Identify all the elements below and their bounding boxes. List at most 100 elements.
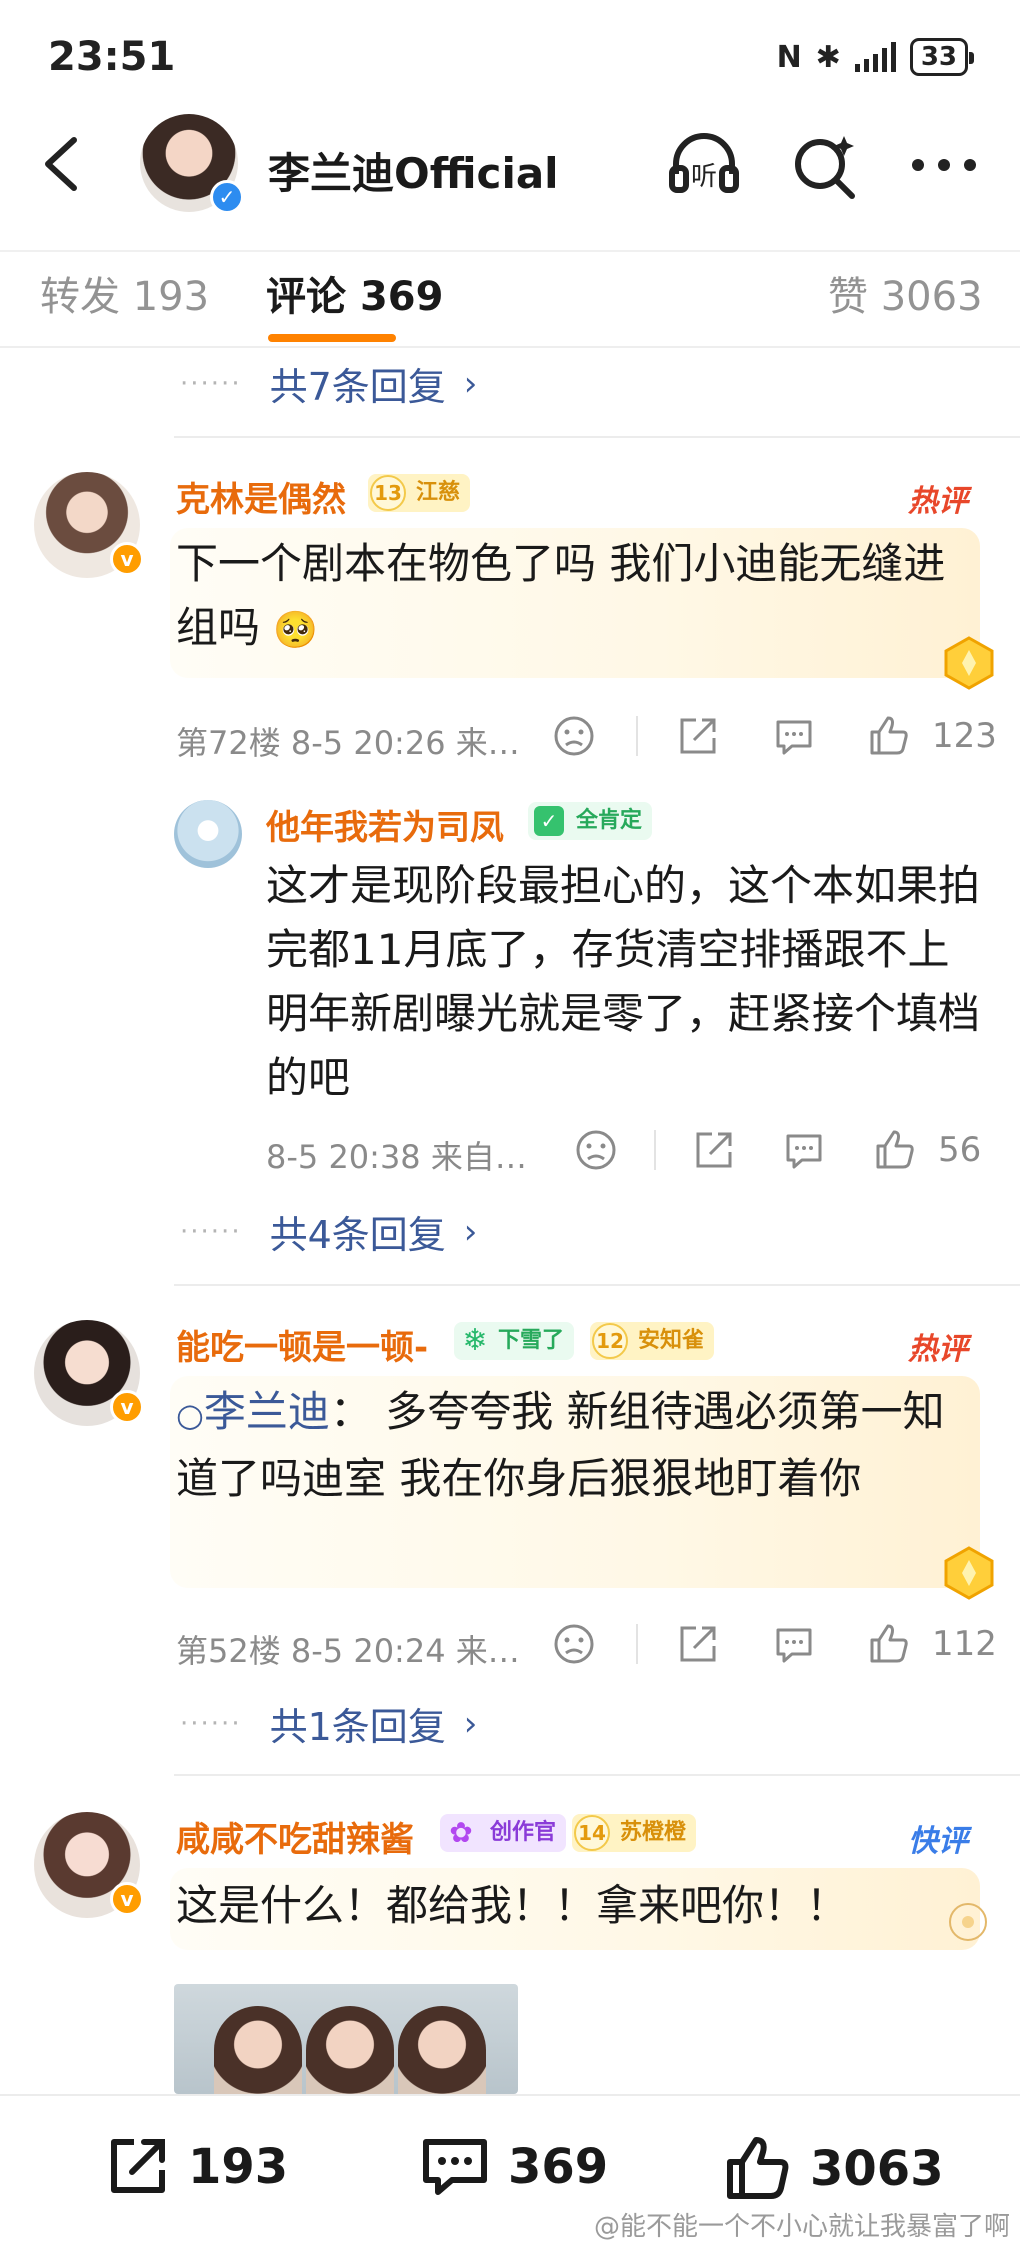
like-icon[interactable] — [866, 714, 910, 758]
dots-icon: ······ — [180, 368, 242, 399]
verified-badge-icon: ✓ — [210, 180, 244, 214]
comment-button[interactable]: 369 — [420, 2134, 608, 2200]
verified-badge-icon: v — [110, 1390, 144, 1424]
fan-badge-name: 江慈 — [416, 480, 461, 505]
share-icon[interactable] — [676, 714, 720, 758]
comment-text: 这是什么！都给我！！拿来吧你！！ — [176, 1881, 849, 1930]
comment-image[interactable] — [174, 1984, 518, 2094]
like-count: 56 — [938, 1130, 982, 1170]
tab-likes[interactable]: 赞 3063 — [828, 264, 983, 322]
mention-link[interactable]: ○李兰迪 — [176, 1387, 330, 1436]
comment-icon[interactable] — [772, 714, 816, 758]
share-icon[interactable] — [692, 1128, 736, 1172]
search-icon[interactable] — [788, 130, 860, 200]
dislike-face-icon[interactable] — [552, 1622, 596, 1666]
tab-repost[interactable]: 转发 193 — [40, 264, 209, 322]
tab-active-indicator — [268, 334, 396, 342]
status-bar: 23:51 N ✱ 33 — [0, 0, 1020, 120]
comment-username[interactable]: 咸咸不吃甜辣酱 — [176, 1812, 414, 1861]
hot-comment-tag: 热评 — [908, 484, 968, 519]
avatar[interactable]: ✓ — [140, 114, 244, 214]
dots-icon: ······ — [180, 1216, 242, 1247]
view-replies-link[interactable]: ······ 共7条回复 › — [180, 356, 477, 411]
medal-icon — [944, 636, 994, 690]
tab-likes-label: 赞 — [828, 274, 868, 320]
image-photo — [398, 2006, 486, 2094]
flower-icon — [949, 1903, 987, 1941]
level-number: 14 — [574, 1815, 610, 1851]
comment-meta: 第72楼 8-5 20:26 来… — [176, 724, 520, 762]
chevron-right-icon: › — [463, 1211, 478, 1252]
avatar[interactable]: v — [34, 1812, 144, 1918]
comment-icon — [423, 2139, 487, 2195]
reply-username[interactable]: 他年我若为司凤 — [266, 800, 504, 849]
battery-icon: 33 — [909, 38, 975, 76]
comment-actions: 123 — [552, 714, 997, 758]
comment-count: 369 — [508, 2139, 609, 2195]
snowflake-icon: ❄ — [462, 1323, 488, 1358]
fast-comment-tag: 快评 — [908, 1824, 968, 1859]
chevron-right-icon: › — [463, 1703, 478, 1744]
fan-level-badge[interactable]: 13 江慈 — [368, 474, 471, 512]
medal-icon — [944, 1546, 994, 1600]
tab-bar: 转发 193 评论 369 赞 3063 — [0, 250, 1020, 346]
header: ✓ 李兰迪Official 听 — [0, 110, 1020, 220]
share-icon[interactable] — [676, 1622, 720, 1666]
member-badge-label: 下雪了 — [498, 1328, 565, 1353]
svg-text:听: 听 — [691, 162, 717, 192]
page-title[interactable]: 李兰迪Official — [268, 140, 559, 201]
like-count: 3063 — [810, 2141, 944, 2197]
divider — [174, 1284, 1020, 1286]
like-icon[interactable] — [872, 1128, 916, 1172]
back-arrow-icon[interactable] — [36, 134, 86, 194]
avatar[interactable]: v — [34, 1320, 144, 1426]
level-number: 12 — [592, 1323, 628, 1359]
view-replies-label: 共4条回复 — [269, 1213, 446, 1257]
like-button[interactable]: 3063 — [722, 2134, 944, 2204]
watermark-text: @能不能一个不小心就让我暴富了啊 — [593, 2212, 1010, 2242]
repost-count: 193 — [188, 2139, 289, 2195]
chevron-right-icon: › — [463, 363, 478, 404]
like-icon — [727, 2137, 789, 2199]
more-icon[interactable] — [908, 130, 980, 200]
fan-level-badge[interactable]: 14 苏橙橙 — [572, 1814, 697, 1852]
hot-comment-tag: 热评 — [908, 1332, 968, 1367]
fan-badge-name: 安知雀 — [638, 1328, 705, 1353]
comment-icon[interactable] — [772, 1622, 816, 1666]
view-replies-label: 共7条回复 — [269, 365, 446, 409]
listen-icon[interactable]: 听 — [668, 130, 740, 200]
dislike-face-icon[interactable] — [574, 1128, 618, 1172]
fan-badge[interactable]: ✓ 全肯定 — [528, 802, 653, 840]
view-replies-link[interactable]: ······ 共1条回复 › — [180, 1696, 477, 1751]
comment-username[interactable]: 克林是偶然 — [176, 472, 346, 521]
image-photo — [214, 2006, 302, 2094]
like-count: 123 — [932, 716, 997, 756]
comment-icon[interactable] — [782, 1128, 826, 1172]
comment-text: ○李兰迪： 多夸夸我 新组待遇必须第一知道了吗迪室 我在你身后狠狠地盯着你 — [176, 1380, 966, 1511]
creator-badge[interactable]: ✿ 创作官 — [440, 1814, 567, 1852]
like-icon[interactable] — [866, 1622, 910, 1666]
view-replies-link[interactable]: ······ 共4条回复 › — [180, 1204, 477, 1259]
header-actions: 听 — [668, 130, 980, 200]
separator — [636, 716, 638, 756]
reply-actions: 56 — [574, 1128, 981, 1172]
check-icon: ✓ — [534, 806, 564, 836]
tab-divider — [0, 346, 1020, 348]
member-badge[interactable]: ❄ 下雪了 — [454, 1322, 575, 1360]
tab-repost-count: 193 — [132, 274, 210, 320]
fan-level-badge[interactable]: 12 安知雀 — [590, 1322, 715, 1360]
comment-text: 下一个剧本在物色了吗 我们小迪能无缝进组吗 🥺 — [176, 532, 966, 663]
avatar[interactable] — [174, 800, 242, 868]
dots-icon: ······ — [180, 1708, 242, 1739]
repost-button[interactable]: 193 — [104, 2134, 288, 2200]
divider — [174, 436, 1020, 438]
level-number: 13 — [370, 475, 406, 511]
reply-text: 这才是现阶段最担心的，这个本如果拍完都11月底了，存货清空排播跟不上明年新剧曝光… — [266, 861, 981, 1102]
tab-comments[interactable]: 评论 369 — [266, 264, 443, 322]
avatar[interactable]: v — [34, 472, 144, 578]
like-count: 112 — [932, 1624, 997, 1664]
dislike-face-icon[interactable] — [552, 714, 596, 758]
comment-actions: 112 — [552, 1622, 997, 1666]
tab-repost-label: 转发 — [40, 274, 120, 320]
comment-username[interactable]: 能吃一顿是一顿- — [176, 1320, 428, 1369]
